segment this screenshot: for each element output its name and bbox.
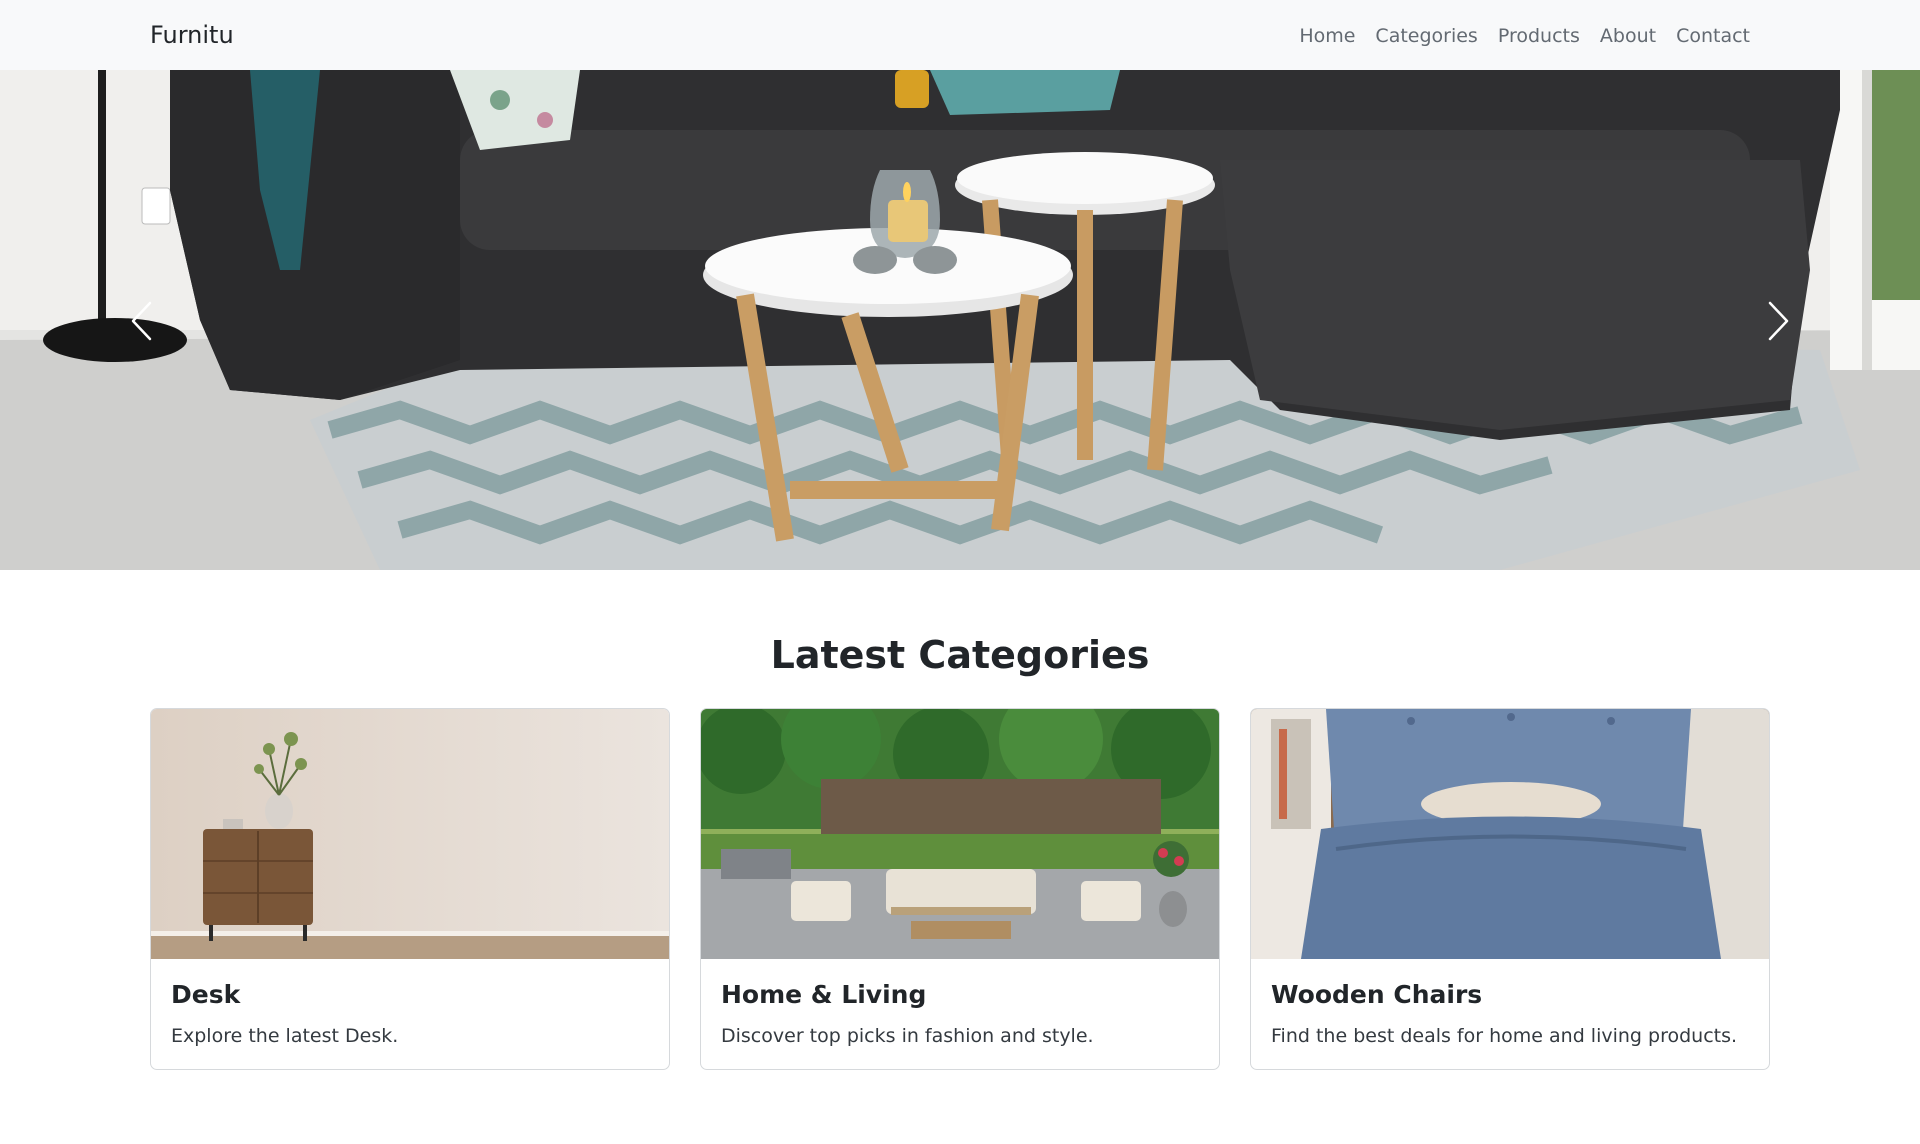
category-card-home-living[interactable]: Home & Living Discover top picks in fash… (700, 708, 1220, 1070)
wooden-chairs-image (1251, 709, 1769, 959)
card-text: Discover top picks in fashion and style. (721, 1025, 1094, 1047)
category-card-desk[interactable]: Desk Explore the latest Desk. (150, 708, 670, 1070)
category-cards: Desk Explore the latest Desk. Home & Liv… (150, 708, 1770, 1070)
desk-image (151, 709, 669, 959)
card-image (1251, 709, 1769, 959)
nav-link-about[interactable]: About (1590, 22, 1666, 50)
card-title: Home & Living (721, 980, 927, 1009)
card-title: Desk (171, 980, 241, 1009)
chevron-left-icon (131, 301, 152, 341)
brand-logo[interactable]: Furnitu (150, 20, 234, 50)
card-image (151, 709, 669, 959)
carousel-next-button[interactable] (1630, 70, 1920, 570)
carousel-prev-button[interactable] (0, 70, 290, 570)
category-card-wooden-chairs[interactable]: Wooden Chairs Find the best deals for ho… (1250, 708, 1770, 1070)
home-living-image (701, 709, 1219, 959)
card-text: Explore the latest Desk. (171, 1025, 399, 1047)
nav-link-contact[interactable]: Contact (1666, 22, 1760, 50)
card-image (701, 709, 1219, 959)
nav-link-products[interactable]: Products (1488, 22, 1590, 50)
navbar: Furnitu Home Categories Products About C… (0, 0, 1920, 70)
nav-link-categories[interactable]: Categories (1365, 22, 1487, 50)
card-text: Find the best deals for home and living … (1271, 1025, 1738, 1047)
chevron-right-icon (1768, 301, 1789, 341)
nav-link-home[interactable]: Home (1289, 22, 1365, 50)
section-title: Latest Categories (770, 633, 1150, 677)
nav-menu: Home Categories Products About Contact (1289, 22, 1760, 50)
hero-carousel (0, 70, 1920, 570)
card-title: Wooden Chairs (1271, 980, 1483, 1009)
